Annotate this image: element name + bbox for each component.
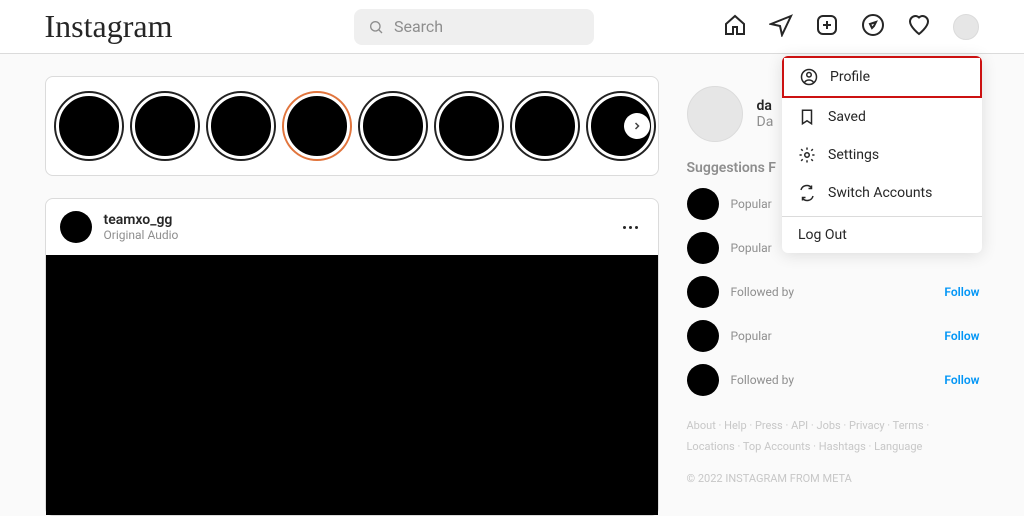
dropdown-item-logout[interactable]: Log Out	[782, 217, 982, 253]
nav-icons	[723, 13, 979, 41]
story-item[interactable]	[360, 93, 426, 159]
dropdown-item-label: Settings	[828, 147, 879, 163]
search-placeholder: Search	[394, 17, 443, 36]
suggestion-avatar[interactable]	[687, 320, 719, 352]
suggestion-subtitle: Followed by	[731, 285, 795, 299]
suggestion-row: Popular Follow	[687, 320, 980, 352]
suggestion-row: Followed by Follow	[687, 364, 980, 396]
suggestion-subtitle: Popular	[731, 197, 772, 211]
suggestion-avatar[interactable]	[687, 188, 719, 220]
story-item[interactable]	[208, 93, 274, 159]
story-item[interactable]	[132, 93, 198, 159]
me-avatar[interactable]	[687, 86, 743, 142]
home-icon[interactable]	[723, 13, 747, 41]
story-item[interactable]	[512, 93, 578, 159]
suggestion-avatar[interactable]	[687, 364, 719, 396]
switch-icon	[798, 184, 816, 202]
dropdown-item-label: Profile	[830, 69, 870, 85]
post-media[interactable]	[46, 255, 658, 515]
dropdown-item-switch[interactable]: Switch Accounts	[782, 174, 982, 212]
suggestion-avatar[interactable]	[687, 276, 719, 308]
follow-link[interactable]: Follow	[944, 329, 979, 343]
dropdown-item-label: Switch Accounts	[828, 185, 932, 201]
new-post-icon[interactable]	[815, 13, 839, 41]
me-displayname: Da	[757, 114, 774, 130]
dropdown-item-profile[interactable]: Profile	[782, 56, 982, 98]
topbar: Instagram Search	[0, 0, 1024, 54]
suggestion-subtitle: Popular	[731, 329, 772, 343]
dropdown-item-saved[interactable]: Saved	[782, 98, 982, 136]
footer-links[interactable]: About · Help · Press · API · Jobs · Priv…	[687, 416, 980, 458]
search-input[interactable]: Search	[354, 9, 594, 45]
profile-dropdown: Profile Saved Settings Switch Accounts L…	[782, 56, 982, 253]
follow-link[interactable]: Follow	[944, 285, 979, 299]
post-username[interactable]: teamxo_gg	[104, 212, 179, 228]
messages-icon[interactable]	[769, 13, 793, 41]
stories-tray	[45, 76, 659, 176]
story-item[interactable]	[56, 93, 122, 159]
post-more-button[interactable]	[617, 220, 644, 235]
dropdown-item-label: Saved	[828, 109, 866, 125]
avatar-button[interactable]	[953, 14, 979, 40]
logo[interactable]: Instagram	[45, 8, 173, 45]
chevron-right-icon	[631, 120, 643, 132]
explore-icon[interactable]	[861, 13, 885, 41]
post-subtitle: Original Audio	[104, 228, 179, 242]
story-item[interactable]	[436, 93, 502, 159]
me-username[interactable]: da	[757, 98, 774, 114]
gear-icon	[798, 146, 816, 164]
profile-circle-icon	[800, 68, 818, 86]
search-icon	[368, 19, 384, 35]
dropdown-item-settings[interactable]: Settings	[782, 136, 982, 174]
post-avatar[interactable]	[60, 211, 92, 243]
suggestion-avatar[interactable]	[687, 232, 719, 264]
feed-post: teamxo_gg Original Audio	[45, 198, 659, 516]
bookmark-icon	[798, 108, 816, 126]
follow-link[interactable]: Follow	[944, 373, 979, 387]
story-item[interactable]	[284, 93, 350, 159]
suggestion-row: Followed by Follow	[687, 276, 980, 308]
stories-next-button[interactable]	[624, 113, 650, 139]
suggestion-subtitle: Popular	[731, 241, 772, 255]
footer-copyright: © 2022 INSTAGRAM FROM META	[687, 472, 980, 485]
activity-icon[interactable]	[907, 13, 931, 41]
suggestion-subtitle: Followed by	[731, 373, 795, 387]
